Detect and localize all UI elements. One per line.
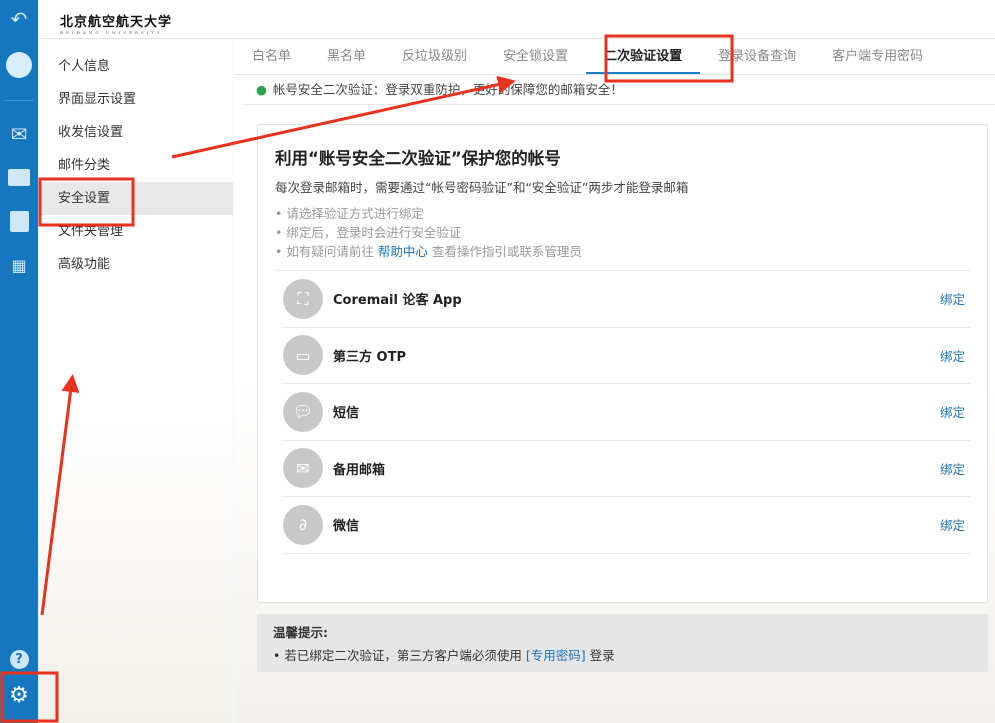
tab-security-lock[interactable]: 安全锁设置: [485, 39, 586, 74]
bullet-icon: ●: [256, 82, 267, 97]
bind-wechat-button[interactable]: 绑定: [940, 515, 965, 534]
tab-two-factor[interactable]: 二次验证设置: [586, 39, 701, 74]
sidebar-item-mail-category[interactable]: 邮件分类: [38, 149, 233, 182]
method-row-backup-email: ✉ 备用邮箱 绑定: [283, 441, 970, 497]
tab-whitelist[interactable]: 白名单: [234, 39, 309, 74]
sidebar-item-folders[interactable]: 文件夹管理: [38, 215, 233, 248]
tip-item: • 若已绑定二次验证，第三方客户端必须使用 [专用密码] 登录: [273, 648, 615, 663]
info-banner: ● 帐号安全二次验证：登录双重防护，更好的保障您的邮箱安全！: [256, 79, 623, 98]
security-tabs: 白名单 黑名单 反垃圾级别 安全锁设置 二次验证设置 登录设备查询 客户端专用密…: [234, 39, 995, 75]
folder-icon[interactable]: [0, 162, 38, 192]
help-center-link[interactable]: 帮助中心: [378, 244, 428, 259]
method-row-sms: 💬︎ 短信 绑定: [283, 384, 970, 441]
scan-icon: ⛶: [283, 278, 323, 319]
method-row-wechat: ∂ 微信 绑定: [283, 497, 970, 554]
method-label: 备用邮箱: [333, 462, 386, 478]
sidebar-item-security[interactable]: 安全设置: [38, 182, 233, 215]
method-label: 微信: [333, 519, 360, 535]
bind-sms-button[interactable]: 绑定: [940, 402, 965, 421]
card-description: 每次登录邮箱时，需要通过“帐号密码验证”和“安全验证”两步才能登录邮箱: [275, 180, 689, 195]
settings-sidebar: 个人信息 界面显示设置 收发信设置 邮件分类 安全设置 文件夹管理 高级功能: [38, 39, 233, 723]
mail-icon[interactable]: ✉: [0, 119, 38, 149]
tip-text: 登录: [589, 648, 615, 663]
otp-token-icon: ▭: [283, 335, 323, 376]
avatar-icon[interactable]: [0, 50, 38, 80]
tip-title: 温馨提示:: [273, 625, 328, 640]
method-row-otp: ▭ 第三方 OTP 绑定: [283, 328, 970, 384]
settings-icon[interactable]: ⚙: [0, 680, 38, 710]
tab-antispam[interactable]: 反垃圾级别: [384, 39, 485, 74]
hint-text: 请选择验证方式进行绑定: [286, 206, 424, 221]
card-title: 利用“账号安全二次验证”保护您的帐号: [275, 149, 561, 168]
hint-text: 查看操作指引或联系管理员: [431, 244, 582, 259]
app-rail: ↶ ✉ ▦ ? ⚙: [0, 0, 38, 723]
sidebar-item-profile[interactable]: 个人信息: [38, 50, 233, 83]
bind-backup-email-button[interactable]: 绑定: [940, 459, 965, 478]
method-label: 第三方 OTP: [333, 349, 406, 365]
sidebar-item-display[interactable]: 界面显示设置: [38, 83, 233, 116]
mail-icon: ✉: [283, 448, 323, 489]
banner-text: 帐号安全二次验证：登录双重防护，更好的保障您的邮箱安全！: [272, 82, 623, 97]
apps-icon[interactable]: ▦: [0, 250, 38, 280]
divider: [4, 100, 34, 101]
tab-login-devices[interactable]: 登录设备查询: [700, 39, 814, 74]
sms-icon: 💬︎: [283, 391, 323, 432]
method-label: Coremail 论客 App: [333, 293, 462, 309]
bind-otp-button[interactable]: 绑定: [940, 346, 965, 365]
tab-blacklist[interactable]: 黑名单: [309, 39, 384, 74]
hint-item: • 请选择验证方式进行绑定: [275, 206, 424, 221]
bind-coremail-app-button[interactable]: 绑定: [940, 289, 965, 308]
main-panel: 白名单 黑名单 反垃圾级别 安全锁设置 二次验证设置 登录设备查询 客户端专用密…: [234, 39, 995, 723]
contacts-icon[interactable]: [0, 206, 38, 236]
wechat-icon: ∂: [283, 504, 323, 545]
hint-text: 绑定后，登录时会进行安全验证: [286, 225, 462, 240]
sidebar-item-advanced[interactable]: 高级功能: [38, 248, 233, 281]
top-bar: 北京航空航天大学 BEIHANG UNIVERSITY: [38, 0, 995, 39]
tab-client-password[interactable]: 客户端专用密码: [814, 39, 941, 74]
hint-item: • 绑定后，登录时会进行安全验证: [275, 225, 462, 240]
two-factor-card: 利用“账号安全二次验证”保护您的帐号 每次登录邮箱时，需要通过“帐号密码验证”和…: [257, 124, 988, 603]
help-icon[interactable]: ?: [0, 644, 38, 674]
sidebar-item-send-receive[interactable]: 收发信设置: [38, 116, 233, 149]
university-logo: 北京航空航天大学 BEIHANG UNIVERSITY: [60, 11, 172, 35]
back-icon[interactable]: ↶: [0, 4, 38, 34]
dedicated-password-link[interactable]: [专用密码]: [526, 648, 586, 663]
method-label: 短信: [333, 406, 360, 422]
logo-subtext: BEIHANG UNIVERSITY: [60, 30, 163, 35]
divider: [244, 104, 995, 105]
hint-item: • 如有疑问请前往 帮助中心 查看操作指引或联系管理员: [275, 244, 582, 259]
logo-text: 北京航空航天大学: [60, 15, 173, 30]
hint-text: 如有疑问请前往: [286, 244, 374, 259]
tip-box: 温馨提示: • 若已绑定二次验证，第三方客户端必须使用 [专用密码] 登录: [257, 614, 988, 672]
method-row-coremail-app: ⛶ Coremail 论客 App 绑定: [283, 271, 970, 328]
tip-text: 若已绑定二次验证，第三方客户端必须使用: [284, 648, 522, 663]
